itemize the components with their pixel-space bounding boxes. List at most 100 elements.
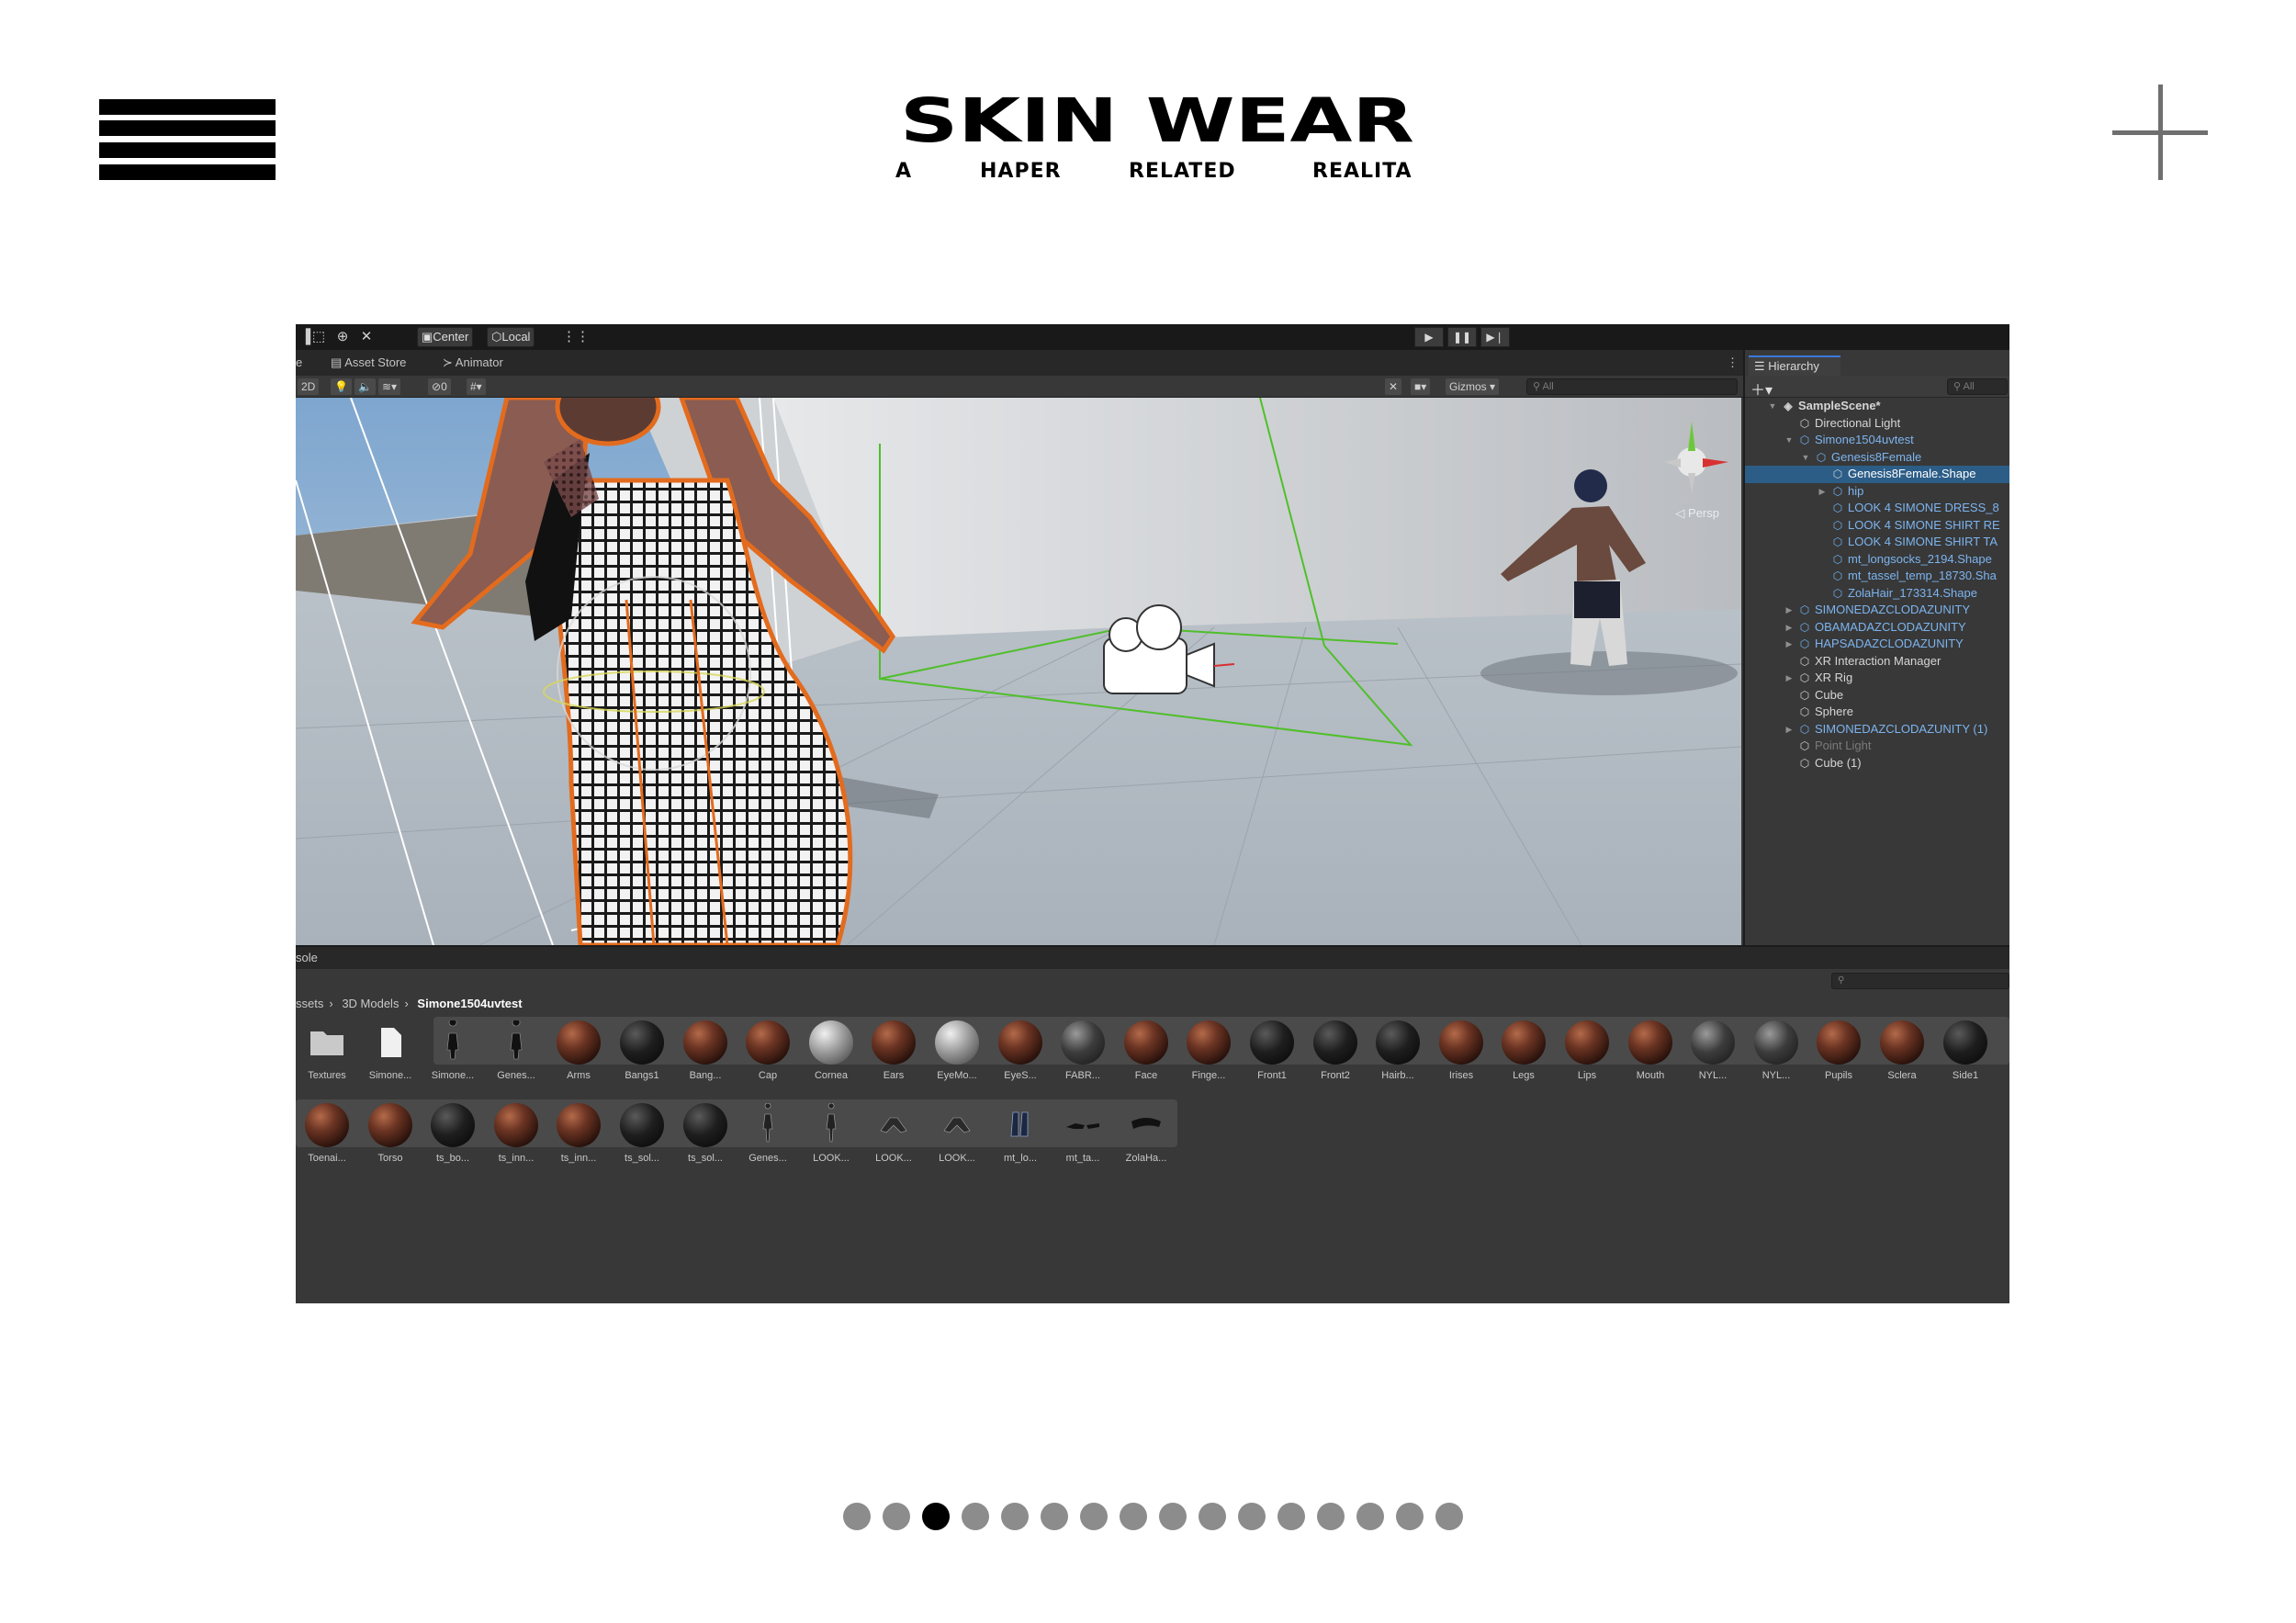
hierarchy-item[interactable]: ⬡ Directional Light xyxy=(1745,415,2009,433)
tab-animator[interactable]: ≻ Animator xyxy=(443,355,503,370)
asset-item[interactable]: Front2 xyxy=(1304,1017,1367,1094)
pagination-dot[interactable] xyxy=(1080,1503,1108,1530)
custom-tool-icon[interactable]: ✕ xyxy=(356,328,377,346)
asset-item[interactable]: Simone... xyxy=(359,1017,422,1094)
hierarchy-item[interactable]: ▶ ⬡ hip xyxy=(1745,483,2009,501)
hierarchy-item[interactable]: ⬡ Cube (1) xyxy=(1745,755,2009,772)
asset-item[interactable]: LOOK... xyxy=(862,1099,925,1177)
collapse-arrow-icon[interactable]: ▶ xyxy=(1784,602,1795,619)
asset-item[interactable]: Torso xyxy=(359,1099,422,1177)
asset-item[interactable]: Irises xyxy=(1430,1017,1492,1094)
pagination-dot[interactable] xyxy=(1159,1503,1187,1530)
asset-item[interactable]: NYL... xyxy=(1682,1017,1744,1094)
hierarchy-item[interactable]: ⬡ Genesis8Female.Shape xyxy=(1745,466,2009,483)
asset-item[interactable]: Pupils xyxy=(1807,1017,1870,1094)
hierarchy-item[interactable]: ⬡ Point Light xyxy=(1745,738,2009,755)
asset-item[interactable]: EyeS... xyxy=(989,1017,1052,1094)
asset-item[interactable]: Hairb... xyxy=(1367,1017,1429,1094)
expand-arrow-icon[interactable]: ▼ xyxy=(1767,398,1778,415)
asset-item[interactable]: Genes... xyxy=(485,1017,547,1094)
grid-toggle-icon[interactable]: #▾ xyxy=(467,378,486,395)
asset-item[interactable]: Textures xyxy=(296,1017,358,1094)
tab-scene[interactable]: e xyxy=(296,355,302,369)
pagination-dot[interactable] xyxy=(1041,1503,1068,1530)
asset-item[interactable]: ts_bo... xyxy=(422,1099,484,1177)
camera-settings-icon[interactable]: ■▾ xyxy=(1411,378,1431,395)
pagination-dot-active[interactable] xyxy=(922,1503,950,1530)
asset-item[interactable]: Lips xyxy=(1556,1017,1618,1094)
effects-toggle-icon[interactable]: ≋▾ xyxy=(378,378,401,395)
asset-item[interactable]: Front1 xyxy=(1241,1017,1303,1094)
collapse-arrow-icon[interactable]: ▶ xyxy=(1784,670,1795,687)
space-local-button[interactable]: ⬡Local xyxy=(487,327,535,347)
breadcrumb-assets[interactable]: ssets xyxy=(296,997,323,1010)
rect-tool-icon[interactable]: ⬚ xyxy=(309,328,329,346)
pagination-dot[interactable] xyxy=(1317,1503,1345,1530)
tools-icon[interactable]: ✕ xyxy=(1385,378,1402,395)
grid-snap-icon[interactable]: ⋮⋮ xyxy=(562,328,590,346)
scene-search-input[interactable]: ⚲ All xyxy=(1526,378,1738,395)
tab-menu-icon[interactable]: ⋮ xyxy=(1727,355,1739,370)
site-logo[interactable]: SKIN WEAR A HAPER RELATED REALITA xyxy=(895,92,1419,193)
gizmos-dropdown[interactable]: Gizmos ▾ xyxy=(1446,378,1500,395)
hierarchy-item[interactable]: ▼ ⬡ Simone1504uvtest xyxy=(1745,432,2009,449)
hierarchy-item[interactable]: ▼ ◈ SampleScene* xyxy=(1745,398,2009,415)
pagination-dot[interactable] xyxy=(1277,1503,1305,1530)
pagination-dot[interactable] xyxy=(962,1503,989,1530)
asset-item[interactable]: Mouth xyxy=(1619,1017,1682,1094)
mode-2d-toggle[interactable]: 2D xyxy=(298,378,320,395)
hierarchy-item[interactable]: ⬡ Sphere xyxy=(1745,704,2009,721)
asset-item[interactable]: ts_inn... xyxy=(485,1099,547,1177)
asset-item[interactable]: Sclera xyxy=(1871,1017,1933,1094)
tab-console[interactable]: sole xyxy=(296,951,318,964)
asset-item[interactable]: Ears xyxy=(862,1017,925,1094)
hierarchy-item[interactable]: ▶ ⬡ XR Rig xyxy=(1745,670,2009,687)
tab-asset-store[interactable]: ▤ Asset Store xyxy=(331,355,406,370)
scene-viewport[interactable]: ◁ Persp xyxy=(296,398,1741,945)
pause-button[interactable]: ❚❚ xyxy=(1447,327,1477,347)
asset-item[interactable]: ZolaHa... xyxy=(1115,1099,1177,1177)
tab-hierarchy[interactable]: ☰ Hierarchy xyxy=(1749,355,1840,376)
hierarchy-item[interactable]: ⬡ XR Interaction Manager xyxy=(1745,653,2009,671)
collapse-arrow-icon[interactable]: ▶ xyxy=(1784,636,1795,653)
lighting-toggle-icon[interactable]: 💡 xyxy=(331,378,352,395)
pagination-dot[interactable] xyxy=(1001,1503,1029,1530)
audio-toggle-icon[interactable]: 🔈 xyxy=(355,378,376,395)
asset-item[interactable]: Bang... xyxy=(674,1017,737,1094)
plus-icon[interactable] xyxy=(2112,85,2208,180)
asset-item[interactable]: Arms xyxy=(547,1017,610,1094)
asset-item[interactable]: EyeMo... xyxy=(926,1017,988,1094)
hierarchy-item[interactable]: ⬡ ZolaHair_173314.Shape xyxy=(1745,585,2009,603)
breadcrumb-current[interactable]: Simone1504uvtest xyxy=(417,997,522,1010)
asset-item[interactable]: Face xyxy=(1115,1017,1177,1094)
expand-arrow-icon[interactable]: ▼ xyxy=(1784,432,1795,449)
hierarchy-item[interactable]: ▶ ⬡ SIMONEDAZCLODAZUNITY xyxy=(1745,602,2009,619)
pagination-dot[interactable] xyxy=(1356,1503,1384,1530)
collapse-arrow-icon[interactable]: ▶ xyxy=(1784,619,1795,637)
play-button[interactable]: ▶ xyxy=(1414,327,1444,347)
pivot-center-button[interactable]: ▣Center xyxy=(417,327,474,347)
asset-item[interactable]: Finge... xyxy=(1177,1017,1240,1094)
hierarchy-item[interactable]: ⬡ LOOK 4 SIMONE SHIRT RE xyxy=(1745,517,2009,535)
add-object-button[interactable]: ＋▾ xyxy=(1750,378,1773,400)
pagination-dot[interactable] xyxy=(1238,1503,1266,1530)
hierarchy-item[interactable]: ⬡ mt_tassel_temp_18730.Sha xyxy=(1745,568,2009,585)
asset-item[interactable]: Cornea xyxy=(800,1017,862,1094)
asset-item[interactable]: NYL... xyxy=(1745,1017,1807,1094)
asset-item[interactable]: Side1 xyxy=(1934,1017,1997,1094)
hierarchy-item[interactable]: ▶ ⬡ OBAMADAZCLODAZUNITY xyxy=(1745,619,2009,637)
asset-item[interactable]: FABR... xyxy=(1052,1017,1114,1094)
step-button[interactable]: ▶❘ xyxy=(1480,327,1510,347)
pagination-dot[interactable] xyxy=(1435,1503,1463,1530)
expand-arrow-icon[interactable]: ▼ xyxy=(1800,449,1811,467)
project-search-input[interactable]: ⚲ xyxy=(1831,973,2009,989)
asset-item[interactable]: Bangs1 xyxy=(611,1017,673,1094)
asset-item[interactable]: ts_inn... xyxy=(547,1099,610,1177)
pagination-dot[interactable] xyxy=(883,1503,910,1530)
hierarchy-search-input[interactable]: ⚲ All xyxy=(1947,378,2008,395)
hierarchy-item[interactable]: ▼ ⬡ Genesis8Female xyxy=(1745,449,2009,467)
asset-item[interactable]: ts_sol... xyxy=(674,1099,737,1177)
hierarchy-item[interactable]: ▶ ⬡ HAPSADAZCLODAZUNITY xyxy=(1745,636,2009,653)
asset-item[interactable]: mt_ta... xyxy=(1052,1099,1114,1177)
breadcrumb-3d-models[interactable]: 3D Models xyxy=(342,997,399,1010)
